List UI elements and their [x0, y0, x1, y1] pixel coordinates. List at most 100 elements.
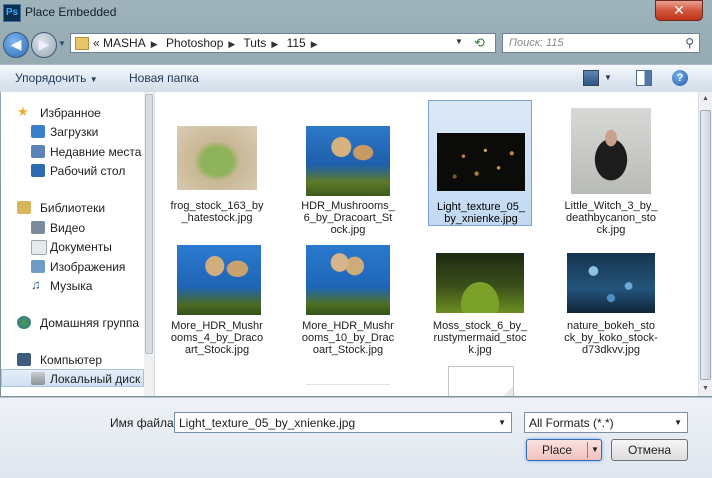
help-icon[interactable]: ?: [672, 70, 688, 86]
address-row: ◀ ▶ ▼ « MASHA ▶ Photoshop ▶ Tuts ▶ 115 ▶ ▼ ⟲…: [0, 27, 712, 61]
new-folder-button[interactable]: Новая папка: [129, 71, 199, 85]
file-list-scrollbar[interactable]: ▲ ▼: [698, 92, 712, 396]
cancel-button[interactable]: Отмена: [611, 439, 688, 461]
search-icon[interactable]: ⚲: [685, 36, 694, 50]
file-format-value: All Formats (*.*): [529, 416, 614, 430]
scroll-down-arrow-icon[interactable]: ▼: [702, 385, 709, 392]
image-thumbnail: [306, 245, 390, 315]
file-name: HDR_Mushrooms_ 6_by_Dracoart_St ock.jpg: [301, 200, 395, 236]
file-tile[interactable]: More_HDR_Mushr ooms_4_by_Draco art_Stock.j…: [165, 233, 269, 359]
file-tile[interactable]: Little_Witch_3_by_ deathbycanon_sto ck.jpg: [559, 100, 663, 236]
file-name-panel: Имя файла: Light_texture_05_by_xnienke.j…: [0, 397, 712, 478]
nav-item-favorites[interactable]: ★ Избранное: [1, 104, 144, 122]
pictures-icon: [31, 260, 45, 273]
file-tile[interactable]: More_HDR_Mushr ooms_10_by_Drac oart_Stock.…: [296, 233, 400, 359]
nav-item-homegroup[interactable]: Домашняя группа: [1, 314, 144, 332]
nav-item-label: Видео: [50, 221, 86, 235]
file-name: More_HDR_Mushr ooms_10_by_Drac oart_Stock.…: [301, 320, 395, 356]
split-divider: [587, 442, 588, 458]
toolbar: Упорядочить ▼ Новая папка ▼ ?: [0, 64, 712, 93]
local-disk-icon: [31, 372, 45, 385]
nav-item-libraries[interactable]: Библиотеки: [1, 199, 144, 217]
organize-label: Упорядочить: [15, 71, 87, 85]
nav-item-label: Документы: [50, 240, 112, 254]
music-icon: ♫: [31, 277, 41, 292]
image-thumbnail: [571, 108, 651, 194]
view-dropdown-icon[interactable]: ▼: [604, 73, 612, 82]
image-thumbnail: [177, 126, 257, 190]
nav-item-downloads[interactable]: Загрузки: [1, 123, 144, 141]
nav-item-video[interactable]: Видео: [1, 219, 144, 237]
preview-pane-icon[interactable]: [636, 70, 652, 86]
file-name: Moss_stock_6_by_ rustymermaid_stoc k.jpg: [432, 320, 528, 356]
folder-icon: [75, 37, 89, 50]
nav-item-recent-places[interactable]: Недавние места: [1, 143, 144, 161]
nav-item-label: Изображения: [50, 260, 126, 274]
navigation-pane: ★ Избранное Загрузки Недавние места Рабо…: [1, 92, 155, 396]
breadcrumb-overflow[interactable]: «: [93, 36, 100, 50]
nav-item-local-disk[interactable]: Локальный диск: [1, 369, 144, 387]
cancel-label: Отмена: [627, 443, 672, 457]
close-button[interactable]: ✕: [655, 0, 703, 21]
document-file-icon: [448, 366, 514, 396]
nav-item-pictures[interactable]: Изображения: [1, 258, 144, 276]
video-icon: [31, 221, 45, 234]
image-thumbnail: [437, 133, 525, 191]
breadcrumb-item[interactable]: 115: [287, 36, 306, 50]
title-bar[interactable]: Ps Place Embedded ✕: [0, 0, 712, 26]
nav-item-desktop[interactable]: Рабочий стол: [1, 162, 144, 180]
breadcrumb-item[interactable]: Photoshop: [166, 36, 223, 50]
forward-button[interactable]: ▶: [31, 32, 57, 58]
dialog-window: Ps Place Embedded ✕ ◀ ▶ ▼ « MASHA ▶ Photo…: [0, 0, 712, 478]
nav-item-label: Рабочий стол: [50, 164, 126, 178]
nav-item-computer[interactable]: Компьютер: [1, 351, 144, 369]
format-dropdown-icon[interactable]: ▼: [674, 418, 682, 427]
file-tile[interactable]: HDR_Mushrooms_ 6_by_Dracoart_St ock.jpg: [296, 100, 400, 236]
file-tile[interactable]: frog_stock_163_by _hatestock.jpg: [165, 100, 269, 226]
documents-icon: [31, 240, 47, 255]
breadcrumb-item[interactable]: Tuts: [243, 36, 266, 50]
nav-item-label: Домашняя группа: [40, 316, 140, 330]
breadcrumb[interactable]: « MASHA ▶ Photoshop ▶ Tuts ▶ 115 ▶: [93, 36, 323, 50]
file-format-select[interactable]: All Formats (*.*) ▼: [524, 412, 688, 433]
scrollbar-thumb[interactable]: [700, 110, 711, 380]
place-options-dropdown-icon[interactable]: ▼: [591, 445, 599, 454]
file-tile[interactable]: [428, 366, 532, 396]
back-button[interactable]: ◀: [3, 32, 29, 58]
address-dropdown-icon[interactable]: ▼: [455, 37, 463, 46]
breadcrumb-item[interactable]: MASHA: [103, 36, 146, 50]
file-name: nature_bokeh_sto ck_by_koko_stock-d73dkvv…: [564, 320, 658, 356]
image-thumbnail: [306, 384, 390, 396]
organize-button[interactable]: Упорядочить ▼: [15, 71, 98, 85]
image-thumbnail: [436, 253, 524, 313]
filename-input[interactable]: Light_texture_05_by_xnienke.jpg ▼: [174, 412, 512, 433]
scroll-up-arrow-icon[interactable]: ▲: [702, 95, 709, 102]
filename-label: Имя файла:: [110, 416, 177, 430]
nav-item-label: Библиотеки: [40, 201, 106, 215]
file-name: frog_stock_163_by _hatestock.jpg: [170, 200, 264, 224]
file-tile[interactable]: [296, 366, 400, 396]
filename-dropdown-icon[interactable]: ▼: [498, 418, 506, 427]
nav-scrollbar-thumb[interactable]: [145, 94, 153, 354]
nav-scrollbar[interactable]: [144, 92, 154, 396]
libraries-icon: [17, 201, 31, 214]
file-tile-selected[interactable]: Light_texture_05_ by_xnienke.jpg: [428, 100, 532, 226]
downloads-folder-icon: [31, 125, 45, 138]
recent-pages-dropdown-icon[interactable]: ▼: [58, 39, 66, 48]
view-mode-icon[interactable]: [583, 70, 599, 86]
recent-places-icon: [31, 145, 45, 158]
nav-item-documents[interactable]: Документы: [1, 238, 144, 256]
address-bar[interactable]: « MASHA ▶ Photoshop ▶ Tuts ▶ 115 ▶ ▼ ⟲: [70, 33, 496, 53]
refresh-icon[interactable]: ⟲: [474, 35, 485, 51]
place-button[interactable]: Place ▼: [526, 439, 602, 461]
photoshop-app-icon: Ps: [3, 4, 21, 22]
search-placeholder: Поиск: 115: [509, 37, 564, 49]
nav-item-music[interactable]: ♫ Музыка: [1, 277, 144, 295]
nav-item-label: Компьютер: [40, 353, 103, 367]
nav-item-label: Музыка: [50, 279, 93, 293]
image-thumbnail: [567, 253, 655, 313]
desktop-icon: [31, 164, 45, 177]
search-input[interactable]: Поиск: 115 ⚲: [502, 33, 700, 53]
file-tile[interactable]: nature_bokeh_sto ck_by_koko_stock-d73dkvv…: [559, 233, 663, 359]
file-tile[interactable]: Moss_stock_6_by_ rustymermaid_stoc k.jpg: [428, 233, 532, 359]
